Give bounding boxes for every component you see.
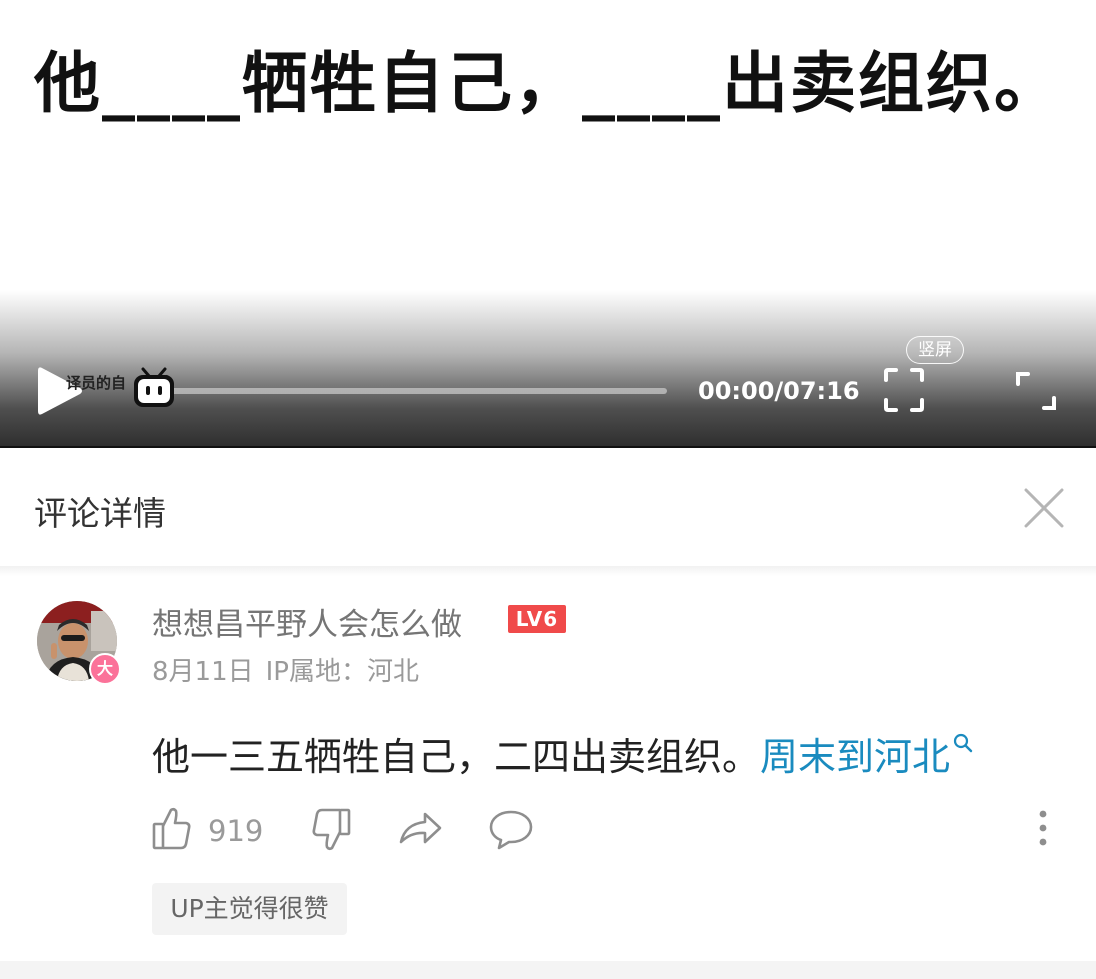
comment-body: 他一三五牺牲自己，二四出卖组织。周末到河北 (152, 726, 974, 781)
section-divider (0, 566, 1096, 576)
comment-meta: 8月11日 IP属地：河北 (152, 651, 419, 688)
level-badge: LV6 (508, 605, 566, 633)
comment-date: 8月11日 (152, 657, 254, 687)
video-player[interactable]: 他____牺牲自己，____出卖组织。 译员的自养 00:00/07:16 竖屏 (0, 0, 1096, 448)
portrait-fullscreen-icon[interactable] (882, 366, 926, 414)
more-vertical-icon[interactable] (1032, 808, 1054, 848)
avatar-badge: 大 (89, 653, 121, 685)
comment-search-link[interactable]: 周末到河北 (760, 733, 974, 779)
video-frame-text: 他____牺牲自己，____出卖组织。 (34, 45, 1062, 122)
bottom-strip (0, 961, 1096, 979)
like-count: 919 (208, 814, 264, 848)
panel-title: 评论详情 (34, 494, 166, 533)
tv-mascot-icon[interactable] (131, 367, 177, 411)
thumbs-up-icon (152, 807, 191, 850)
fullscreen-icon[interactable] (1015, 370, 1057, 412)
comment-ip-location: IP属地：河北 (265, 657, 419, 687)
up-liked-tag: UP主觉得很赞 (152, 883, 347, 935)
progress-bar[interactable] (158, 388, 667, 394)
portrait-mode-badge[interactable]: 竖屏 (906, 336, 964, 364)
playback-time: 00:00/07:16 (698, 377, 860, 405)
close-icon[interactable] (1022, 486, 1066, 530)
thumbs-down-icon[interactable] (308, 806, 352, 852)
reply-icon[interactable] (488, 806, 534, 852)
share-icon[interactable] (397, 806, 443, 852)
comment-username[interactable]: 想想昌平野人会怎么做 (152, 599, 462, 644)
search-icon (953, 733, 973, 753)
comment-text: 他一三五牺牲自己，二四出卖组织。 (152, 735, 761, 779)
comment-link-text[interactable]: 周末到河北 (760, 735, 950, 779)
like-button[interactable]: 919 (152, 806, 272, 852)
